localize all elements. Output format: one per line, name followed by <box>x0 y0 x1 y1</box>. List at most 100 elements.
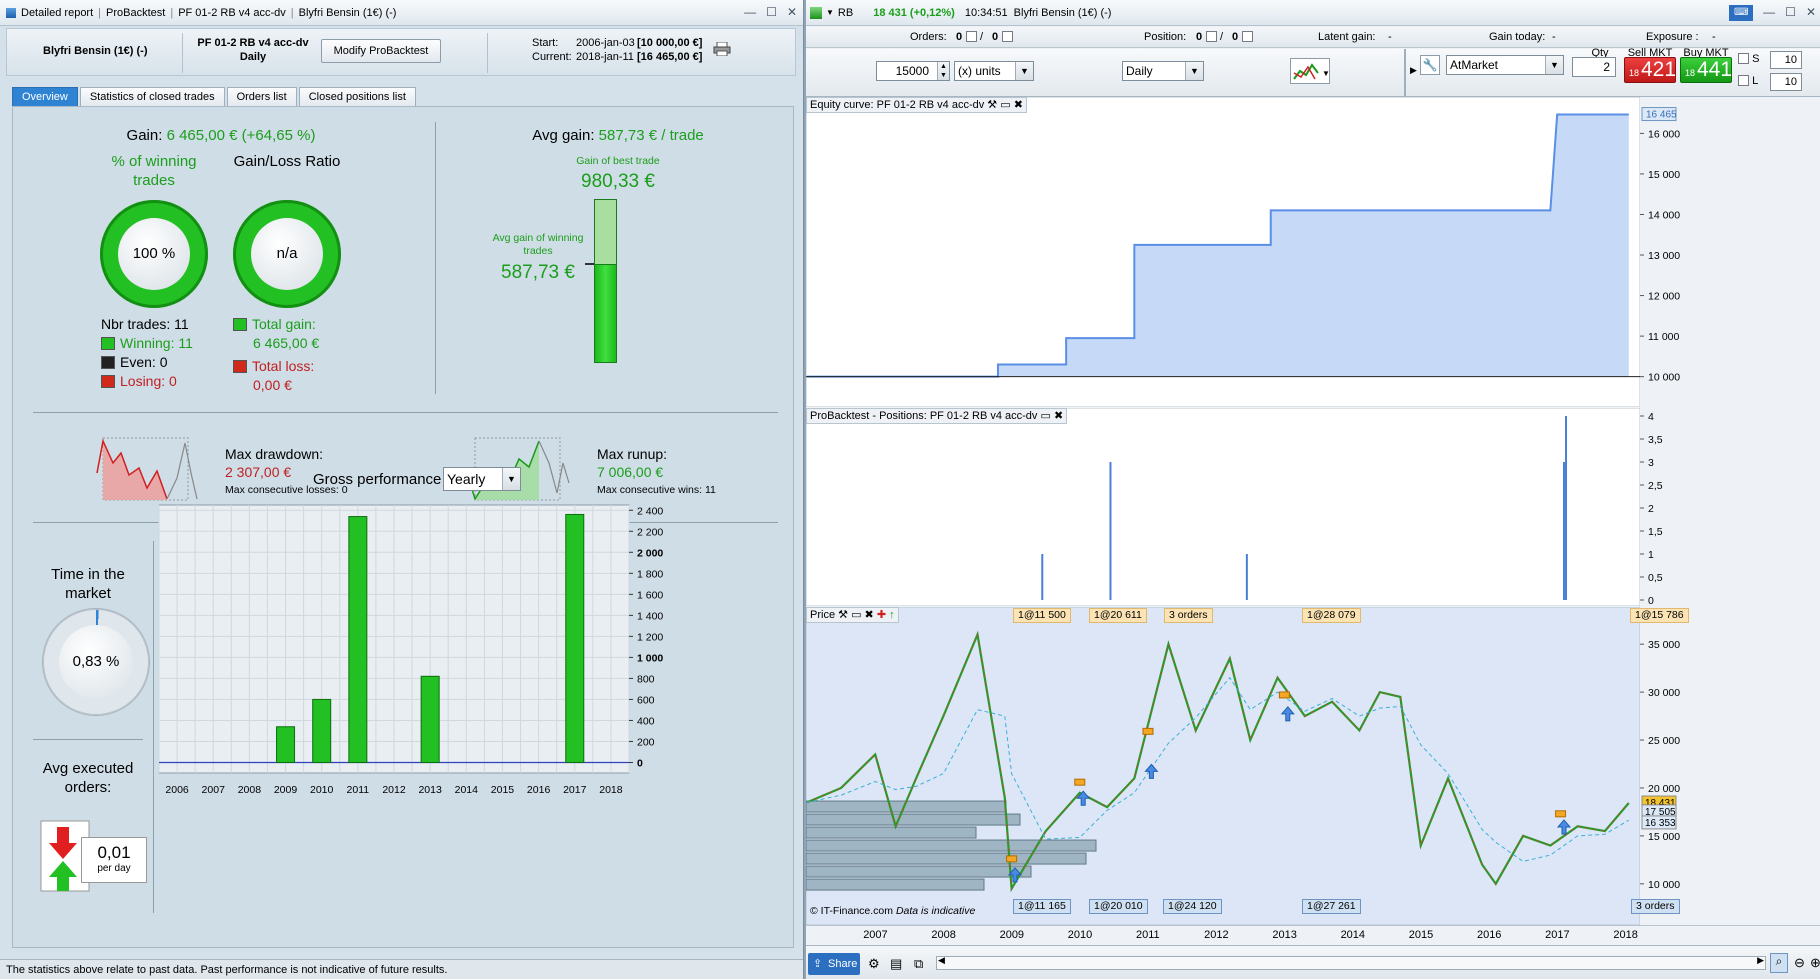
losing-swatch <box>101 375 115 388</box>
window-icon[interactable]: ▭ <box>1000 99 1010 111</box>
position-label: Position: <box>1144 31 1187 43</box>
move-up-icon[interactable]: ↑ <box>889 609 895 621</box>
trade-tag-top-2[interactable]: 3 orders <box>1164 608 1213 623</box>
buy-market-button[interactable]: 18 441 <box>1680 57 1732 83</box>
x-axis-year-label: 2009 <box>999 929 1025 941</box>
report-tabs: Overview Statistics of closed trades Ord… <box>12 87 416 106</box>
printer-icon[interactable] <box>713 41 731 57</box>
limit-checkbox[interactable] <box>1738 75 1749 86</box>
time-axis[interactable]: 2007 2008 2009 2010 2011 2012 2013 2014 2015 2016… <box>806 925 1820 945</box>
chart-style-button[interactable]: ▼ <box>1290 58 1330 84</box>
qty-input[interactable]: 2 <box>1572 57 1616 77</box>
trade-tag-top-0[interactable]: 1@11 500 <box>1013 608 1071 623</box>
report-header: Blyfri Bensin (1€) (-) PF 01-2 RB v4 acc… <box>6 28 796 76</box>
close-icon[interactable]: ✖ <box>865 609 874 621</box>
add-indicator-icon[interactable]: ✚ <box>877 609 886 621</box>
units-select[interactable]: (x) units ▼ <box>954 61 1034 81</box>
close-icon[interactable]: ✕ <box>787 5 797 19</box>
y-tick-label: 2 400 <box>637 505 663 517</box>
time-in-market-label: Time in the market <box>51 566 125 602</box>
avg-orders-box: 0,01 per day <box>81 837 147 883</box>
exit-marker-icon <box>1278 691 1290 699</box>
wrench-icon[interactable]: 🔧 <box>1420 55 1440 75</box>
limit-input[interactable]: 10 <box>1770 73 1802 91</box>
window-icon[interactable]: ▭ <box>1040 410 1050 422</box>
keyboard-icon[interactable]: ⌨ <box>1729 5 1754 21</box>
list-icon[interactable]: ▤ <box>890 956 902 972</box>
zoom-out-icon[interactable]: ⊖ <box>1794 955 1805 971</box>
y-tick-label: 200 <box>637 736 655 748</box>
gross-perf-period-select[interactable]: Yearly ▼ <box>443 467 521 491</box>
trade-tag-top-3[interactable]: 1@28 079 <box>1302 608 1361 623</box>
equity-curve-panel: 10 000 11 000 12 000 13 000 14 000 15 000 16 0… <box>806 97 1820 407</box>
units-stepper-icon[interactable]: ▲ ▼ <box>937 62 949 80</box>
tab-overview[interactable]: Overview <box>12 87 78 106</box>
y-tick-label: 1 200 <box>637 631 663 643</box>
time-scrollbar[interactable]: ◀ ▶ <box>936 955 1766 970</box>
avg-win-value: 587,73 € <box>501 262 575 283</box>
symbol-dropdown-icon[interactable]: ▼ <box>826 8 834 17</box>
volume-profile-bar <box>806 865 1032 878</box>
trade-tag-top-1[interactable]: 1@20 611 <box>1089 608 1147 623</box>
units-input[interactable]: 15000 ▲ ▼ <box>876 61 950 81</box>
trade-tag-bottom-3[interactable]: 1@27 261 <box>1302 899 1361 914</box>
close-icon[interactable]: ✖ <box>1014 99 1023 111</box>
trade-tag-bottom-2[interactable]: 1@24 120 <box>1163 899 1222 914</box>
scroll-right-icon[interactable]: ▶ <box>1757 955 1764 966</box>
positions-y-tick-label: 1 <box>1648 549 1654 561</box>
order-type-select[interactable]: AtMarket ▼ <box>1446 55 1564 75</box>
gain-loss-label: Gain/Loss Ratio <box>233 153 341 170</box>
minimize-icon[interactable]: — <box>1763 5 1775 21</box>
close-icon[interactable]: ✕ <box>1806 5 1816 21</box>
minimize-icon[interactable]: — <box>744 5 756 19</box>
timeframe-select[interactable]: Daily ▼ <box>1122 61 1204 81</box>
x-tick-label: 2017 <box>563 784 587 796</box>
x-axis-year-label: 2008 <box>931 929 956 941</box>
maximize-icon[interactable]: ☐ <box>1785 5 1796 21</box>
close-icon[interactable]: ✖ <box>1054 410 1063 422</box>
drawing-tools-icon[interactable]: ⚙ <box>868 956 880 972</box>
stop-checkbox[interactable] <box>1738 53 1749 64</box>
wrench-icon[interactable]: ⚒ <box>987 99 997 111</box>
data-note: Data is indicative <box>895 905 976 917</box>
maximize-icon[interactable]: ☐ <box>766 5 777 19</box>
trade-tag-bottom-4[interactable]: 3 orders <box>1631 899 1680 914</box>
title-item-0: Detailed report <box>21 6 94 19</box>
sell-market-button[interactable]: 18 421 <box>1624 57 1676 83</box>
avg-orders-value: 0,01 <box>97 843 131 862</box>
tab-orders-list[interactable]: Orders list <box>226 87 297 106</box>
modify-probacktest-button[interactable]: Modify ProBacktest <box>321 39 441 63</box>
l-label: L <box>1752 75 1759 87</box>
x-axis-year-label: 2013 <box>1272 929 1297 941</box>
scroll-left-icon[interactable]: ◀ <box>938 955 945 966</box>
current-label: Current: <box>532 51 572 63</box>
wrench-icon[interactable]: ⚒ <box>838 609 848 621</box>
x-tick-label: 2006 <box>165 784 189 796</box>
tab-closed-positions-list[interactable]: Closed positions list <box>298 87 416 106</box>
trade-tag-bottom-1[interactable]: 1@20 010 <box>1089 899 1148 914</box>
trade-tag-top-4[interactable]: 1@15 786 <box>1630 608 1689 623</box>
system-timeframe: Daily <box>239 51 267 63</box>
gross-perf-label: Gross performance <box>313 471 442 488</box>
tab-statistics-closed-trades[interactable]: Statistics of closed trades <box>79 87 225 106</box>
zoom-in-icon[interactable]: ⊕ <box>1810 955 1820 971</box>
orders-b-icon[interactable] <box>1002 31 1013 42</box>
total-gain-label: Total gain: <box>252 316 316 332</box>
share-button[interactable]: ⇪ Share <box>808 953 860 975</box>
y-tick-label: 1 400 <box>637 610 663 622</box>
window-icon[interactable]: ▭ <box>851 609 861 621</box>
orders-a-icon[interactable] <box>966 31 977 42</box>
volume-profile-bar <box>806 878 985 891</box>
trade-tag-bottom-0[interactable]: 1@11 165 <box>1013 899 1071 914</box>
stop-input[interactable]: 10 <box>1770 51 1802 69</box>
report-window-icon <box>6 7 16 18</box>
expand-icon[interactable]: ▶ <box>1410 65 1417 76</box>
position-a-icon[interactable] <box>1206 31 1217 42</box>
position-b-icon[interactable] <box>1242 31 1253 42</box>
zoom-fit-icon[interactable]: ⌕ <box>1770 953 1788 973</box>
title-item-2: PF 01-2 RB v4 acc-dv <box>178 6 286 19</box>
layers-icon[interactable]: ⧉ <box>914 956 923 972</box>
total-loss-swatch <box>233 360 247 373</box>
price-panel-title: Price ⚒ ▭ ✖ ✚ ↑ <box>806 607 899 623</box>
gross-bar <box>565 513 585 763</box>
